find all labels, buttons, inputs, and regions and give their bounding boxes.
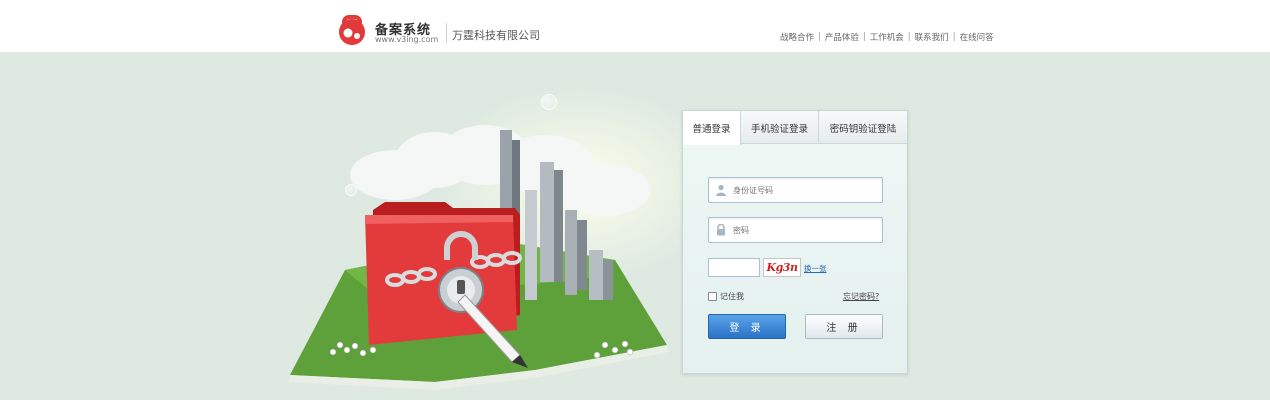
header-divider xyxy=(446,23,447,43)
login-panel: 普通登录 手机验证登录 密码钥验证登陆 Kg3n 换一张 记住我 忘记密码? 登… xyxy=(682,110,908,374)
nav-link-products[interactable]: 产品体验 xyxy=(825,31,859,43)
nav-link-online-qa[interactable]: 在线问答 xyxy=(960,31,994,43)
tab-normal-login[interactable]: 普通登录 xyxy=(683,111,741,145)
red-folder xyxy=(365,202,520,345)
remember-label: 记住我 xyxy=(720,292,744,301)
register-button[interactable]: 注 册 xyxy=(805,314,883,339)
login-button[interactable]: 登 录 xyxy=(708,314,786,339)
nav-link-jobs[interactable]: 工作机会 xyxy=(870,31,904,43)
captcha-input[interactable] xyxy=(708,258,760,277)
lock-icon xyxy=(715,224,727,236)
company-name: 万霆科技有限公司 xyxy=(452,29,540,42)
remember-me[interactable]: 记住我 xyxy=(708,291,744,302)
forgot-password-link[interactable]: 忘记密码? xyxy=(843,291,879,302)
remember-checkbox[interactable] xyxy=(708,292,717,301)
id-number-input[interactable] xyxy=(733,185,873,195)
logo-icon xyxy=(339,15,365,45)
password-input[interactable] xyxy=(733,225,873,235)
site-url: www.v3ing.com xyxy=(375,35,439,44)
id-number-field[interactable] xyxy=(708,177,883,203)
captcha-image[interactable]: Kg3n xyxy=(763,258,801,277)
tab-phone-login[interactable]: 手机验证登录 xyxy=(741,111,819,144)
user-icon xyxy=(715,184,727,196)
login-tabs: 普通登录 手机验证登录 密码钥验证登陆 xyxy=(683,111,907,145)
nav-link-cooperation[interactable]: 战略合作 xyxy=(780,31,814,43)
top-nav: 战略合作 | 产品体验 | 工作机会 | 联系我们 | 在线问答 xyxy=(780,31,994,43)
bubble xyxy=(541,94,557,110)
nav-link-contact[interactable]: 联系我们 xyxy=(915,31,949,43)
secure-folder-illustration xyxy=(288,125,669,390)
tab-key-login[interactable]: 密码钥验证登陆 xyxy=(819,111,907,144)
password-field[interactable] xyxy=(708,217,883,243)
top-header: 备案系统 www.v3ing.com 万霆科技有限公司 战略合作 | 产品体验 … xyxy=(0,0,1270,53)
refresh-captcha-link[interactable]: 换一张 xyxy=(804,263,827,274)
